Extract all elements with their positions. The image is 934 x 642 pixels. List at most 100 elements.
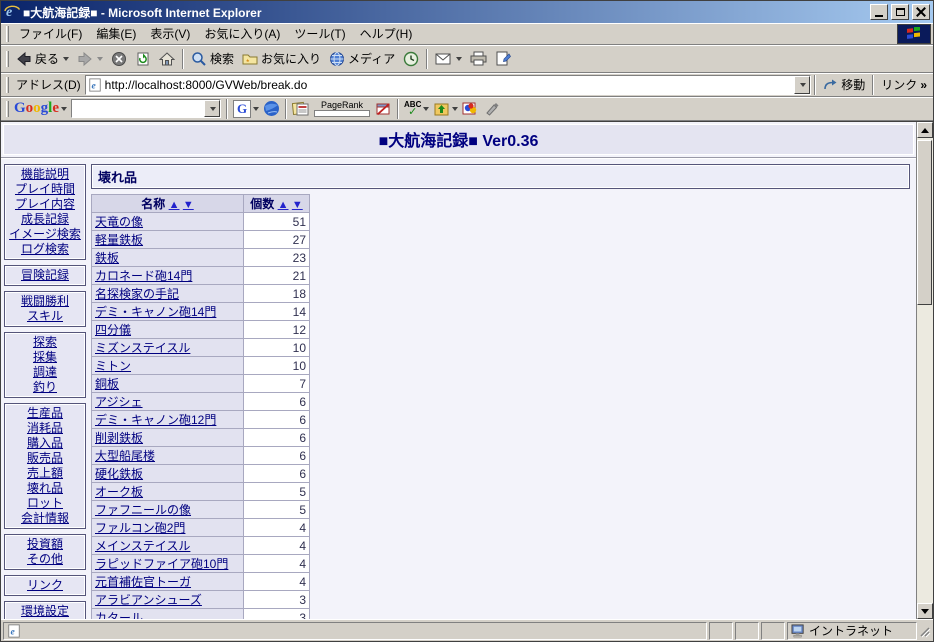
sidebar-item-壊れ品[interactable]: 壊れ品 <box>5 481 85 496</box>
sidebar-item-機能説明[interactable]: 機能説明 <box>5 167 85 182</box>
google-search-button[interactable]: G <box>231 99 261 119</box>
item-link-銅板[interactable]: 銅板 <box>95 377 119 391</box>
sidebar-item-購入品[interactable]: 購入品 <box>5 436 85 451</box>
refresh-button[interactable] <box>131 49 155 69</box>
google-grip[interactable] <box>6 100 9 117</box>
sidebar-item-ロット[interactable]: ロット <box>5 496 85 511</box>
item-link-硬化鉄板[interactable]: 硬化鉄板 <box>95 467 143 481</box>
links-button[interactable]: リンク » <box>877 74 931 95</box>
google-search-input[interactable] <box>72 101 205 116</box>
favorites-button[interactable]: お気に入り <box>238 48 325 69</box>
scrollbar-track[interactable] <box>917 138 933 603</box>
item-link-名探検家の手記[interactable]: 名探検家の手記 <box>95 287 179 301</box>
go-button[interactable]: 移動 <box>819 74 869 95</box>
forward-button[interactable] <box>73 49 107 69</box>
sidebar-item-売上額[interactable]: 売上額 <box>5 466 85 481</box>
sidebar-item-スキル[interactable]: スキル <box>5 309 85 324</box>
item-link-メインステイスル[interactable]: メインステイスル <box>95 539 190 553</box>
sort-count-desc-link[interactable]: ▼ <box>292 199 303 211</box>
vertical-scrollbar[interactable] <box>916 122 933 619</box>
item-link-天竜の像[interactable]: 天竜の像 <box>95 215 143 229</box>
menu-item-2[interactable]: 表示(V) <box>143 23 197 44</box>
item-link-四分儀[interactable]: 四分儀 <box>95 323 131 337</box>
item-link-ミトン[interactable]: ミトン <box>95 359 131 373</box>
item-link-デミ・キャノン砲14門[interactable]: デミ・キャノン砲14門 <box>95 305 216 319</box>
forward-dropdown-caret-icon[interactable] <box>97 56 104 61</box>
media-button[interactable]: メディア <box>325 48 399 69</box>
sidebar-item-プレイ時間[interactable]: プレイ時間 <box>5 182 85 197</box>
edit-button[interactable] <box>491 49 515 68</box>
sidebar-item-戦闘勝利[interactable]: 戦闘勝利 <box>5 294 85 309</box>
minimize-button[interactable] <box>870 4 888 20</box>
autofill-button[interactable] <box>431 100 460 118</box>
menu-item-3[interactable]: お気に入り(A) <box>197 23 287 44</box>
sidebar-item-その他[interactable]: その他 <box>5 552 85 567</box>
print-button[interactable] <box>466 49 491 68</box>
back-button[interactable]: 戻る <box>12 48 73 69</box>
google-earth-button[interactable] <box>261 99 282 118</box>
sidebar-item-会計情報[interactable]: 会計情報 <box>5 511 85 526</box>
back-dropdown-caret-icon[interactable] <box>63 56 70 61</box>
sidebar-item-消耗品[interactable]: 消耗品 <box>5 421 85 436</box>
item-link-元首補佐官トーガ[interactable]: 元首補佐官トーガ <box>95 575 191 589</box>
sidebar-item-冒険記録[interactable]: 冒険記録 <box>5 268 85 283</box>
sidebar-item-イメージ検索[interactable]: イメージ検索 <box>5 227 85 242</box>
sidebar-item-探索[interactable]: 探索 <box>5 335 85 350</box>
toolbar-grip[interactable] <box>6 50 9 67</box>
sidebar-item-釣り[interactable]: 釣り <box>5 380 85 395</box>
item-link-デミ・キャノン砲12門[interactable]: デミ・キャノン砲12門 <box>95 413 216 427</box>
close-button[interactable] <box>912 4 930 20</box>
item-link-ミズンステイスル[interactable]: ミズンステイスル <box>95 341 190 355</box>
home-button[interactable] <box>155 49 179 69</box>
sort-count-asc-link[interactable]: ▲ <box>278 199 289 211</box>
sidebar-item-販売品[interactable]: 販売品 <box>5 451 85 466</box>
history-button[interactable] <box>399 49 423 69</box>
sidebar-item-投資額[interactable]: 投資額 <box>5 537 85 552</box>
address-grip[interactable] <box>6 76 9 93</box>
address-dropdown-button[interactable] <box>794 75 811 94</box>
scroll-down-button[interactable] <box>917 603 933 619</box>
item-link-ラピッドファイア砲10門[interactable]: ラピッドファイア砲10門 <box>95 557 228 571</box>
sidebar-item-調達[interactable]: 調達 <box>5 365 85 380</box>
google-search-box[interactable] <box>71 99 222 118</box>
item-link-アラビアンシューズ[interactable]: アラビアンシューズ <box>95 593 202 607</box>
item-link-ファフニールの像[interactable]: ファフニールの像 <box>95 503 191 517</box>
item-link-削剥鉄板[interactable]: 削剥鉄板 <box>95 431 143 445</box>
spellcheck-button[interactable]: ABC ✓ <box>402 100 431 118</box>
maximize-button[interactable] <box>891 4 909 20</box>
menu-item-5[interactable]: ヘルプ(H) <box>353 23 420 44</box>
highlight-button[interactable] <box>460 100 482 117</box>
mail-dropdown-caret-icon[interactable] <box>456 56 463 61</box>
mail-button[interactable] <box>431 50 466 68</box>
sidebar-item-採集[interactable]: 採集 <box>5 350 85 365</box>
item-link-大型船尾楼[interactable]: 大型船尾楼 <box>95 449 155 463</box>
resize-grip-icon[interactable] <box>917 624 931 638</box>
menu-item-4[interactable]: ツール(T) <box>287 23 352 44</box>
search-button[interactable]: 検索 <box>187 48 238 69</box>
item-link-カタール[interactable]: カタール <box>95 611 143 619</box>
google-news-button[interactable] <box>290 100 311 117</box>
pen-button[interactable] <box>482 100 502 117</box>
menu-item-0[interactable]: ファイル(F) <box>12 23 89 44</box>
item-link-軽量鉄板[interactable]: 軽量鉄板 <box>95 233 143 247</box>
scrollbar-thumb[interactable] <box>917 140 932 305</box>
menu-item-1[interactable]: 編集(E) <box>89 23 143 44</box>
item-link-鉄板[interactable]: 鉄板 <box>95 251 119 265</box>
sidebar-item-ログ検索[interactable]: ログ検索 <box>5 242 85 257</box>
sidebar-item-成長記録[interactable]: 成長記録 <box>5 212 85 227</box>
item-link-アジシェ[interactable]: アジシェ <box>95 395 143 409</box>
sort-name-desc-link[interactable]: ▼ <box>183 199 194 211</box>
sort-name-asc-link[interactable]: ▲ <box>169 199 180 211</box>
item-link-ファルコン砲2門[interactable]: ファルコン砲2門 <box>95 521 185 535</box>
item-link-カロネード砲14門[interactable]: カロネード砲14門 <box>95 269 192 283</box>
sidebar-item-プレイ内容[interactable]: プレイ内容 <box>5 197 85 212</box>
scroll-up-button[interactable] <box>917 122 933 138</box>
item-link-オーク板[interactable]: オーク板 <box>95 485 143 499</box>
sidebar-item-リンク[interactable]: リンク <box>5 578 85 593</box>
stop-button[interactable] <box>107 49 131 69</box>
sidebar-item-生産品[interactable]: 生産品 <box>5 406 85 421</box>
sidebar-item-環境設定[interactable]: 環境設定 <box>5 604 85 619</box>
google-search-dropdown[interactable] <box>204 100 221 117</box>
address-input[interactable]: e http://localhost:8000/GVWeb/break.do <box>84 74 812 95</box>
menu-grip[interactable] <box>6 25 9 42</box>
